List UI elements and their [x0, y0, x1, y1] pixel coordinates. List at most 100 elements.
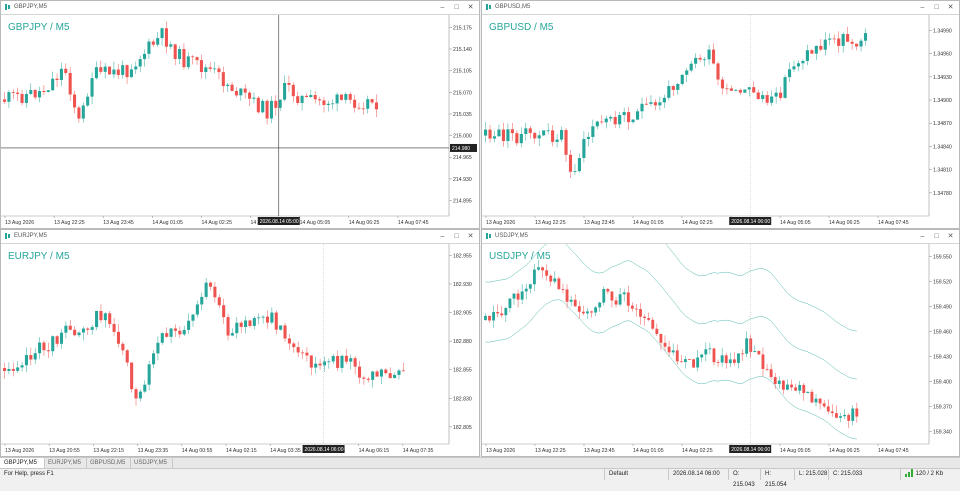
candle-body	[160, 28, 164, 39]
candle-body	[134, 389, 138, 399]
chart-icon	[5, 4, 10, 10]
tab-gbpusd[interactable]: GBPUSD,M5	[86, 458, 131, 468]
candle-body	[704, 349, 708, 355]
candlestick-chart[interactable]: 159.550 159.520 159.490 159.460 159.430 159.4…	[482, 244, 959, 456]
candle-body	[112, 323, 116, 332]
chart-window-usdjpy[interactable]: USDJPY,M5 – □ ✕ 159.550 159.520 159.490 159…	[481, 229, 960, 457]
candle-body	[361, 108, 365, 110]
price-label: 1.34870	[933, 121, 952, 127]
window-titlebar[interactable]: GBPUSD,M5 – □ ✕	[482, 1, 959, 15]
maximize-icon[interactable]: □	[930, 2, 943, 13]
chart-window-gbpjpy[interactable]: GBPJPY,M5 – □ ✕ 215.175 215.140 215.105 215…	[0, 0, 480, 229]
candle-body	[55, 78, 59, 80]
band-line	[485, 299, 857, 440]
candle-body	[248, 320, 252, 326]
candle-body	[77, 332, 81, 336]
candle-body	[366, 378, 370, 380]
minimize-icon[interactable]: –	[436, 2, 449, 13]
candle-body	[658, 102, 662, 106]
candle-body	[855, 43, 859, 47]
symbol-label: USDJPY / M5	[489, 251, 551, 262]
candle-body	[756, 92, 760, 99]
candlestick-chart[interactable]: 215.175 215.140 215.105 215.070 215.035 215.0…	[1, 15, 479, 228]
symbol-label: EURJPY / M5	[8, 251, 70, 262]
chart-window-gbpusd[interactable]: GBPUSD,M5 – □ ✕ 1.34990 1.34960 1.34930 1.3…	[481, 0, 960, 229]
candle-body	[379, 369, 383, 377]
window-title: GBPUSD,M5	[495, 4, 531, 10]
candle-body	[374, 102, 379, 110]
candle-body	[331, 103, 335, 105]
minimize-icon[interactable]: –	[916, 2, 929, 13]
close-icon[interactable]: ✕	[464, 2, 477, 13]
candle-body	[635, 308, 638, 310]
maximize-icon[interactable]: □	[450, 2, 463, 13]
candle-body	[708, 348, 712, 350]
price-label: 215.175	[453, 25, 472, 31]
candlestick-chart[interactable]: 1.34990 1.34960 1.34930 1.34900 1.34870 1.348…	[482, 15, 959, 228]
candle-body	[688, 359, 691, 360]
candle-body	[318, 99, 322, 101]
candle-body	[565, 289, 569, 302]
candle-body	[786, 384, 789, 390]
crosshair-time-label: 2026.08.14 06:00	[305, 447, 344, 453]
window-titlebar[interactable]: USDJPY,M5 – □ ✕	[482, 230, 959, 244]
close-icon[interactable]: ✕	[464, 231, 477, 242]
candle-body	[524, 288, 528, 292]
candle-body	[519, 134, 523, 144]
time-label: 14 Aug 00:55	[182, 448, 213, 454]
candle-body	[728, 359, 732, 364]
maximize-icon[interactable]: □	[930, 231, 943, 242]
candle-body	[626, 292, 630, 306]
candle-body	[103, 66, 107, 72]
candle-body	[182, 49, 186, 68]
candle-body	[841, 34, 845, 46]
chart-window-eurjpy[interactable]: EURJPY,M5 – □ ✕ 182.955 182.930 182.905 182…	[0, 229, 480, 457]
candle-body	[834, 413, 838, 418]
candle-body	[217, 68, 221, 73]
minimize-icon[interactable]: –	[436, 231, 449, 242]
candle-body	[318, 363, 322, 366]
candle-body	[279, 325, 283, 330]
tab-gbpjpy[interactable]: GBPJPY,M5	[0, 458, 45, 468]
candle-body	[773, 377, 777, 384]
candle-body	[779, 92, 783, 98]
maximize-icon[interactable]: □	[450, 231, 463, 242]
candle-body	[357, 107, 361, 109]
window-title: USDJPY,M5	[495, 233, 528, 239]
crosshair-price-label: 214.980	[452, 146, 470, 152]
candle-body	[33, 89, 37, 98]
close-icon[interactable]: ✕	[944, 2, 957, 13]
price-label: 182.805	[453, 425, 472, 431]
time-label: 14 Aug 06:15	[359, 448, 390, 454]
candlestick-chart[interactable]: 182.955 182.930 182.905 182.880 182.855 182.8…	[1, 244, 479, 456]
candle-body	[46, 350, 50, 352]
candle-body	[90, 78, 94, 97]
candle-body	[769, 369, 773, 378]
candle-body	[555, 139, 559, 142]
candle-body	[191, 314, 195, 321]
candle-body	[309, 95, 313, 97]
candle-body	[724, 355, 728, 364]
profile-name[interactable]: Default	[604, 469, 668, 480]
time-label: 14 Aug 05:05	[780, 448, 811, 454]
tab-eurjpy[interactable]: EURJPY,M5	[44, 458, 87, 468]
status-bar: For Help, press F1 Default 2026.08.14 06…	[0, 468, 960, 488]
candle-body	[577, 157, 581, 172]
candle-body	[173, 44, 177, 59]
candle-body	[296, 96, 300, 103]
close-icon[interactable]: ✕	[944, 231, 957, 242]
minimize-icon[interactable]: –	[916, 231, 929, 242]
symbol-label: GBPJPY / M5	[8, 22, 70, 33]
window-titlebar[interactable]: EURJPY,M5 – □ ✕	[1, 230, 479, 244]
time-label: 14 Aug 02:25	[201, 220, 232, 226]
candle-body	[248, 92, 252, 99]
candle-body	[792, 66, 796, 70]
candle-body	[300, 95, 304, 103]
candle-body	[801, 60, 805, 64]
candle-body	[770, 96, 774, 103]
candle-body	[533, 132, 537, 139]
candle-body	[501, 129, 506, 142]
tab-usdjpy[interactable]: USDJPY,M5	[130, 458, 173, 468]
window-titlebar[interactable]: GBPJPY,M5 – □ ✕	[1, 1, 479, 15]
status-high: H: 215.054	[760, 469, 794, 488]
